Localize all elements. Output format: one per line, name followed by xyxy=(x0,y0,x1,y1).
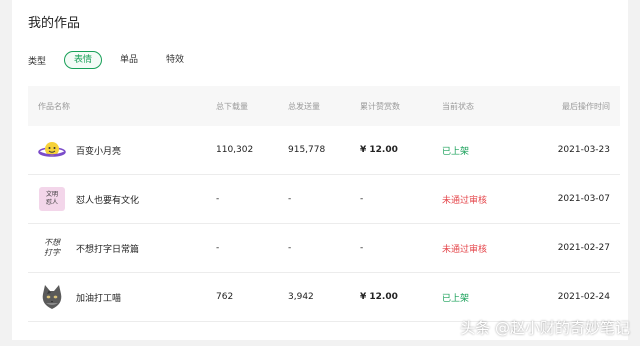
work-name: 不想打字日常篇 xyxy=(76,244,140,255)
watermark: 头条 @赵小财的奇妙笔记 xyxy=(460,319,630,337)
sent-value: - xyxy=(288,243,292,253)
work-name: 加油打工喵 xyxy=(76,293,122,304)
table-row[interactable]: 加油打工喵 762 3,942 ¥ 12.00 已上架 2021-02-24 xyxy=(28,273,620,322)
table-row[interactable]: 百变小月亮 110,302 915,778 ¥ 12.00 已上架 2021-0… xyxy=(28,126,620,175)
tips-value: ¥ 12.00 xyxy=(360,292,398,302)
last-time-value: 2021-03-23 xyxy=(557,145,610,155)
handwriting-thumbnail: 不想 打字 xyxy=(38,234,66,262)
sent-value: - xyxy=(288,194,292,204)
thumb-text-line2: 打字 xyxy=(44,248,60,257)
sent-value: 3,942 xyxy=(288,292,314,302)
work-name: 怼人也要有文化 xyxy=(76,195,140,206)
last-time-value: 2021-02-24 xyxy=(557,292,610,302)
last-time-value: 2021-02-27 xyxy=(557,243,610,253)
thumb-text-line2: 怼人 xyxy=(45,199,58,206)
page-title: 我的作品 xyxy=(28,16,81,31)
status-badge: 已上架 xyxy=(442,293,470,304)
work-name: 百变小月亮 xyxy=(76,146,122,157)
works-panel: 我的作品 类型 表情 单品 特效 作品名称 总下载量 总发送量 累计赞赏数 当前… xyxy=(12,0,628,340)
header-sent: 总发送量 xyxy=(288,101,320,111)
status-badge: 已上架 xyxy=(442,146,470,157)
tab-effects[interactable]: 特效 xyxy=(156,52,194,68)
tab-singles[interactable]: 单品 xyxy=(110,52,148,68)
header-last-time: 最后操作时间 xyxy=(562,101,610,111)
type-filter: 类型 表情 单品 特效 xyxy=(28,50,202,70)
thumb-text-line1: 不想 xyxy=(44,238,60,247)
downloads-value: 762 xyxy=(216,292,234,302)
tips-value: ¥ 12.00 xyxy=(360,145,398,155)
works-table: 作品名称 总下载量 总发送量 累计赞赏数 当前状态 最后操作时间 百变小月亮 1… xyxy=(28,86,620,322)
tab-stickers[interactable]: 表情 xyxy=(64,51,103,69)
type-filter-label: 类型 xyxy=(28,56,47,67)
header-name: 作品名称 xyxy=(38,101,70,111)
table-row[interactable]: 不想 打字 不想打字日常篇 - - - 未通过审核 2021-02-27 xyxy=(28,224,620,273)
downloads-value: - xyxy=(216,243,220,253)
last-time-value: 2021-03-07 xyxy=(557,194,610,204)
table-row[interactable]: 文明 怼人 怼人也要有文化 - - - 未通过审核 2021-03-07 xyxy=(28,175,620,224)
downloads-value: 110,302 xyxy=(216,145,254,155)
tips-value: - xyxy=(360,194,364,204)
sent-value: 915,778 xyxy=(288,145,326,155)
status-badge: 未通过审核 xyxy=(442,195,488,206)
downloads-value: - xyxy=(216,194,220,204)
thumb-text-line1: 文明 xyxy=(45,191,58,198)
status-badge: 未通过审核 xyxy=(442,244,488,255)
moon-thumbnail xyxy=(38,136,66,164)
header-tips: 累计赞赏数 xyxy=(360,101,400,111)
header-downloads: 总下载量 xyxy=(216,101,248,111)
tips-value: - xyxy=(360,243,364,253)
cat-thumbnail xyxy=(38,283,66,311)
header-status: 当前状态 xyxy=(442,101,474,111)
table-header: 作品名称 总下载量 总发送量 累计赞赏数 当前状态 最后操作时间 xyxy=(28,86,620,126)
culture-sticker-thumbnail: 文明 怼人 xyxy=(38,185,66,213)
